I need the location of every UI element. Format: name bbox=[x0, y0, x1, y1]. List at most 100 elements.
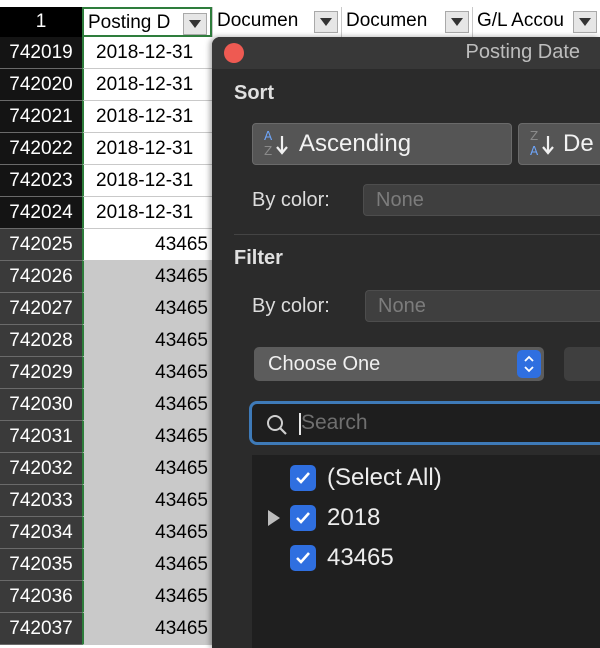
svg-text:A: A bbox=[264, 129, 273, 143]
posting-date-cell[interactable]: 43465 bbox=[82, 453, 212, 485]
posting-date-cell[interactable]: 43465 bbox=[82, 325, 212, 357]
svg-text:Z: Z bbox=[264, 144, 272, 158]
posting-date-cell[interactable]: 43465 bbox=[82, 517, 212, 549]
list-item-label: 2018 bbox=[327, 504, 381, 531]
column-header-document-1[interactable]: Documen bbox=[212, 7, 341, 37]
divider bbox=[234, 234, 600, 235]
table-row: 742030 43465 bbox=[0, 389, 212, 421]
row-number[interactable]: 742028 bbox=[0, 325, 82, 357]
table-row: 742026 43465 bbox=[0, 261, 212, 293]
table-row: 742029 43465 bbox=[0, 357, 212, 389]
posting-date-cell[interactable]: 2018-12-31 bbox=[82, 165, 212, 197]
column-header-label: G/L Accou bbox=[477, 10, 564, 31]
search-placeholder: Search bbox=[301, 411, 368, 434]
table-row: 742027 43465 bbox=[0, 293, 212, 325]
filter-by-color-select[interactable]: None bbox=[365, 290, 600, 322]
sort-descending-button[interactable]: Z A De bbox=[518, 123, 600, 165]
table-row: 742035 43465 bbox=[0, 549, 212, 581]
list-item-label: 43465 bbox=[327, 544, 394, 571]
row-number[interactable]: 742024 bbox=[0, 197, 82, 229]
row-number[interactable]: 742032 bbox=[0, 453, 82, 485]
row-number[interactable]: 742021 bbox=[0, 101, 82, 133]
table-row: 742019 2018-12-31 bbox=[0, 37, 212, 69]
posting-date-cell[interactable]: 43465 bbox=[82, 485, 212, 517]
checkbox-checked-icon[interactable] bbox=[290, 465, 316, 491]
row-number[interactable]: 742029 bbox=[0, 357, 82, 389]
table-row: 742024 2018-12-31 bbox=[0, 197, 212, 229]
checkbox-checked-icon[interactable] bbox=[290, 505, 316, 531]
filter-dropdown-icon[interactable] bbox=[314, 11, 338, 33]
row-number[interactable]: 742036 bbox=[0, 581, 82, 613]
sort-ascending-label: Ascending bbox=[299, 130, 412, 157]
posting-date-cell[interactable]: 43465 bbox=[82, 229, 212, 261]
posting-date-cell[interactable]: 2018-12-31 bbox=[82, 101, 212, 133]
list-item-label: (Select All) bbox=[327, 464, 442, 491]
posting-date-cell[interactable]: 2018-12-31 bbox=[82, 133, 212, 165]
posting-date-cell[interactable]: 43465 bbox=[82, 421, 212, 453]
svg-text:Z: Z bbox=[530, 129, 538, 143]
row-number[interactable]: 742037 bbox=[0, 613, 82, 645]
filter-value-field[interactable] bbox=[564, 347, 600, 381]
column-header-document-2[interactable]: Documen bbox=[341, 7, 472, 37]
list-item-select-all[interactable]: (Select All) bbox=[252, 460, 600, 496]
row-number[interactable]: 742030 bbox=[0, 389, 82, 421]
posting-date-cell[interactable]: 43465 bbox=[82, 549, 212, 581]
posting-date-cell[interactable]: 43465 bbox=[82, 293, 212, 325]
row-number[interactable]: 742027 bbox=[0, 293, 82, 325]
search-icon bbox=[266, 414, 288, 441]
sort-by-color-select[interactable]: None bbox=[363, 184, 600, 216]
filter-dropdown-icon[interactable] bbox=[573, 11, 597, 33]
row-number[interactable]: 742035 bbox=[0, 549, 82, 581]
filter-by-color-label: By color: bbox=[252, 295, 330, 317]
posting-date-cell[interactable]: 43465 bbox=[82, 581, 212, 613]
column-header-label: Documen bbox=[217, 10, 299, 31]
close-button[interactable] bbox=[224, 43, 244, 63]
sort-by-color-label: By color: bbox=[252, 189, 330, 211]
sort-ascending-icon: A Z bbox=[263, 128, 289, 160]
column-header-posting-date[interactable]: Posting D bbox=[82, 7, 212, 37]
header-row-number[interactable]: 1 bbox=[0, 7, 82, 37]
row-number[interactable]: 742022 bbox=[0, 133, 82, 165]
filter-values-list: (Select All) 2018 43465 bbox=[252, 455, 600, 648]
column-header-label: Posting D bbox=[88, 12, 171, 33]
filter-condition-select[interactable]: Choose One bbox=[254, 347, 544, 381]
posting-date-cell[interactable]: 43465 bbox=[82, 389, 212, 421]
row-number[interactable]: 742034 bbox=[0, 517, 82, 549]
row-number[interactable]: 742020 bbox=[0, 69, 82, 101]
table-row: 742033 43465 bbox=[0, 485, 212, 517]
popover-titlebar: Posting Date bbox=[212, 37, 600, 69]
posting-date-cell[interactable]: 2018-12-31 bbox=[82, 37, 212, 69]
table-row: 742022 2018-12-31 bbox=[0, 133, 212, 165]
row-number[interactable]: 742025 bbox=[0, 229, 82, 261]
filter-heading: Filter bbox=[234, 247, 283, 269]
sort-heading: Sort bbox=[234, 82, 274, 104]
row-number[interactable]: 742019 bbox=[0, 37, 82, 69]
sort-descending-icon: Z A bbox=[529, 128, 555, 160]
posting-date-cell[interactable]: 43465 bbox=[82, 357, 212, 389]
disclosure-triangle-icon[interactable] bbox=[268, 510, 280, 526]
row-number[interactable]: 742026 bbox=[0, 261, 82, 293]
table-row: 742031 43465 bbox=[0, 421, 212, 453]
table-row: 742020 2018-12-31 bbox=[0, 69, 212, 101]
list-item-2018[interactable]: 2018 bbox=[252, 500, 600, 536]
row-number[interactable]: 742031 bbox=[0, 421, 82, 453]
posting-date-cell[interactable]: 2018-12-31 bbox=[82, 69, 212, 101]
checkbox-checked-icon[interactable] bbox=[290, 545, 316, 571]
list-item-43465[interactable]: 43465 bbox=[252, 540, 600, 576]
posting-date-cell[interactable]: 43465 bbox=[82, 613, 212, 645]
filter-dropdown-icon[interactable] bbox=[183, 13, 207, 35]
filter-condition-label: Choose One bbox=[268, 352, 381, 375]
table-row: 742034 43465 bbox=[0, 517, 212, 549]
sort-ascending-button[interactable]: A Z Ascending bbox=[252, 123, 512, 165]
row-number[interactable]: 742033 bbox=[0, 485, 82, 517]
column-header-gl-account[interactable]: G/L Accou bbox=[472, 7, 600, 37]
posting-date-cell[interactable]: 2018-12-31 bbox=[82, 197, 212, 229]
filter-dropdown-icon[interactable] bbox=[445, 11, 469, 33]
posting-date-cell[interactable]: 43465 bbox=[82, 261, 212, 293]
row-number[interactable]: 742023 bbox=[0, 165, 82, 197]
table-row: 742021 2018-12-31 bbox=[0, 101, 212, 133]
table-row: 742028 43465 bbox=[0, 325, 212, 357]
search-input[interactable]: Search bbox=[249, 401, 600, 445]
filter-popover: Posting Date Sort A Z Ascending Z A De B… bbox=[212, 37, 600, 648]
table-row: 742036 43465 bbox=[0, 581, 212, 613]
